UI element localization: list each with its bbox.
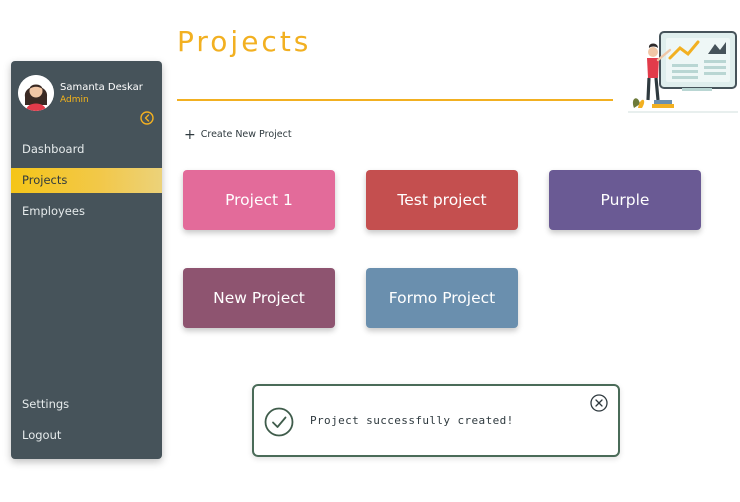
project-card[interactable]: Formo Project bbox=[366, 268, 518, 328]
avatar-icon bbox=[18, 75, 54, 111]
sidebar: Samanta Deskar Admin Dashboard Projects … bbox=[11, 61, 162, 459]
avatar[interactable] bbox=[18, 75, 54, 111]
project-card[interactable]: Test project bbox=[366, 170, 518, 230]
sidebar-item-settings[interactable]: Settings bbox=[11, 392, 162, 417]
sidebar-item-employees[interactable]: Employees bbox=[11, 199, 162, 224]
user-role: Admin bbox=[60, 95, 89, 105]
project-card-title: Test project bbox=[397, 191, 487, 209]
create-project-link[interactable]: + Create New Project bbox=[184, 126, 292, 143]
project-card-title: Project 1 bbox=[225, 191, 293, 209]
project-card[interactable]: Project 1 bbox=[183, 170, 335, 230]
success-toast: Project successfully created! bbox=[252, 384, 620, 457]
check-circle-icon bbox=[264, 407, 294, 437]
project-card[interactable]: Purple bbox=[549, 170, 701, 230]
collapse-sidebar-button[interactable] bbox=[140, 110, 154, 125]
sidebar-item-projects[interactable]: Projects bbox=[11, 168, 162, 193]
arrow-left-circle-icon bbox=[140, 111, 154, 125]
project-card-title: Formo Project bbox=[388, 289, 496, 307]
header-divider bbox=[177, 99, 613, 101]
project-card[interactable]: New Project bbox=[183, 268, 335, 328]
page-title: Projects bbox=[177, 25, 312, 58]
plus-icon: + bbox=[184, 126, 196, 143]
sidebar-item-dashboard[interactable]: Dashboard bbox=[11, 137, 162, 162]
close-circle-icon bbox=[590, 394, 608, 412]
project-card-title: Purple bbox=[600, 191, 650, 209]
user-name: Samanta Deskar bbox=[60, 82, 143, 93]
toast-message: Project successfully created! bbox=[310, 414, 514, 427]
sidebar-item-logout[interactable]: Logout bbox=[11, 423, 162, 448]
create-project-label: Create New Project bbox=[200, 129, 292, 140]
project-card-title: New Project bbox=[213, 289, 305, 307]
presentation-illustration bbox=[620, 28, 738, 114]
toast-close-button[interactable] bbox=[590, 394, 608, 412]
